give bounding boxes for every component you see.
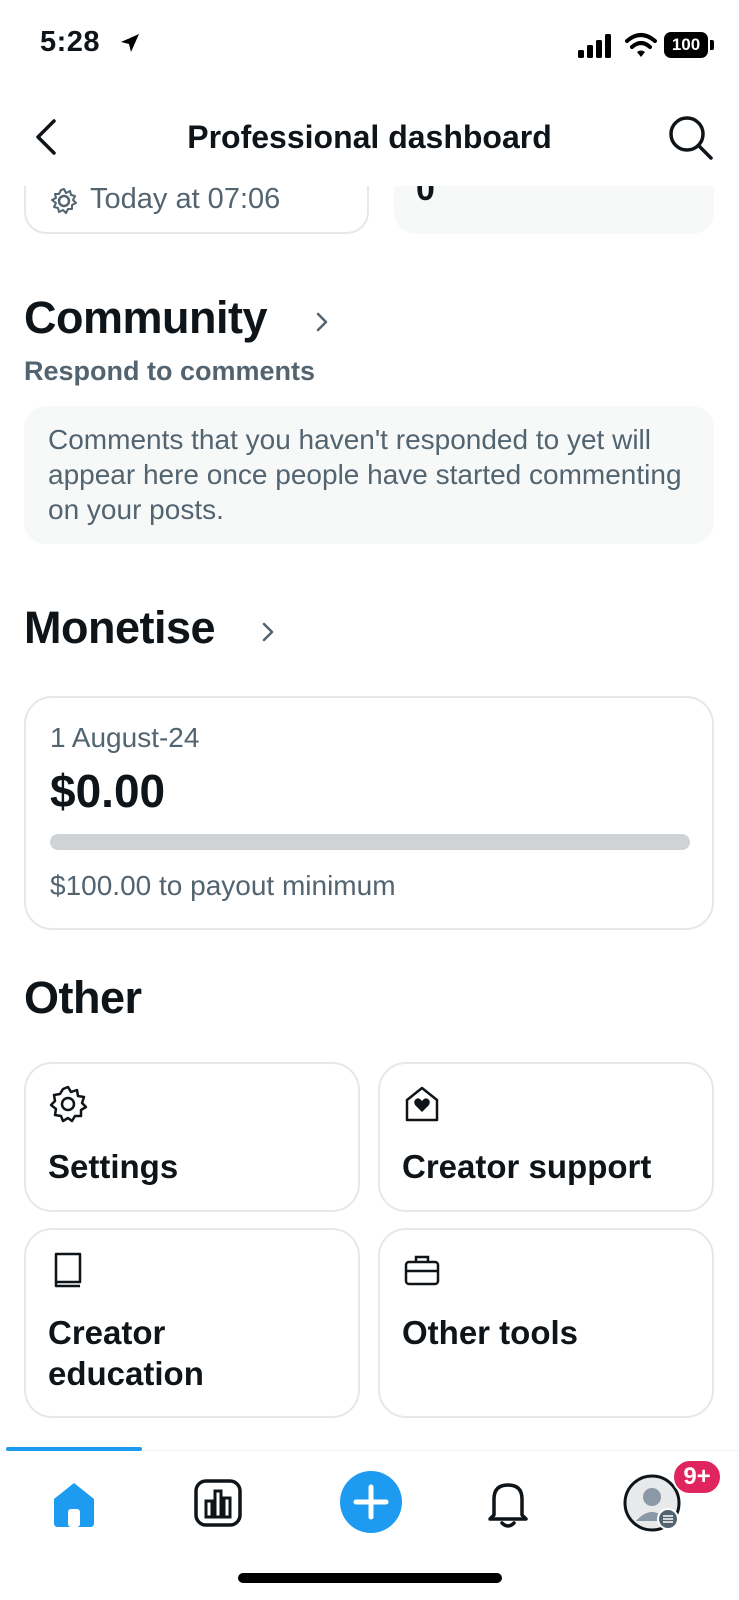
settings-label: Settings (48, 1148, 179, 1185)
payout-note: $100.00 to payout minimum (50, 870, 396, 901)
analytics-icon[interactable] (186, 1471, 250, 1535)
status-bar: 5:28 100 (0, 0, 739, 90)
gear-icon (49, 1085, 88, 1123)
payout-date: 1 August-24 (50, 722, 200, 753)
creator-support-label: Creator support (402, 1148, 652, 1185)
battery-level: 100 (664, 32, 708, 58)
creator-support-tile[interactable]: Creator support (378, 1062, 714, 1212)
wifi-icon (625, 33, 657, 57)
chevron-right-icon[interactable] (258, 620, 278, 644)
last-updated-text: Today at 07:06 (90, 183, 281, 215)
location-arrow-icon (121, 34, 139, 52)
monetise-title[interactable]: Monetise (24, 602, 216, 654)
header: Professional dashboard (0, 95, 739, 185)
battery-icon: 100 (664, 32, 714, 58)
creator-education-label: Creator education (48, 1314, 204, 1392)
community-subtitle: Respond to comments (24, 356, 316, 386)
other-tools-label: Other tools (402, 1314, 579, 1351)
search-icon[interactable] (666, 113, 716, 163)
payout-card[interactable]: 1 August-24 $0.00 $100.00 to payout mini… (24, 696, 714, 930)
status-time: 5:28 (40, 26, 101, 58)
tab-bar: 9+ (0, 1447, 739, 1600)
notification-badge: 9+ (672, 1459, 722, 1495)
home-indicator (238, 1573, 502, 1583)
payout-amount: $0.00 (50, 765, 166, 817)
community-empty-message: Comments that you haven't responded to y… (24, 406, 714, 544)
book-icon (54, 1252, 82, 1288)
payout-progress-bar (50, 834, 690, 850)
active-tab-indicator (6, 1447, 142, 1451)
page-title: Professional dashboard (187, 119, 552, 155)
heart-house-icon (405, 1086, 439, 1122)
creator-education-tile[interactable]: Creator education (24, 1228, 360, 1418)
other-tools-tile[interactable]: Other tools (378, 1228, 714, 1418)
gear-icon (51, 188, 77, 214)
compose-button[interactable] (340, 1471, 402, 1533)
settings-tile[interactable]: Settings (24, 1062, 360, 1212)
toolbox-icon (404, 1255, 440, 1286)
bell-icon[interactable] (476, 1471, 540, 1535)
home-icon[interactable] (42, 1471, 106, 1535)
community-title[interactable]: Community (24, 292, 268, 344)
chevron-right-icon[interactable] (312, 310, 332, 334)
plus-icon (353, 1484, 389, 1520)
other-title: Other (24, 972, 142, 1023)
signal-icon (578, 34, 611, 58)
